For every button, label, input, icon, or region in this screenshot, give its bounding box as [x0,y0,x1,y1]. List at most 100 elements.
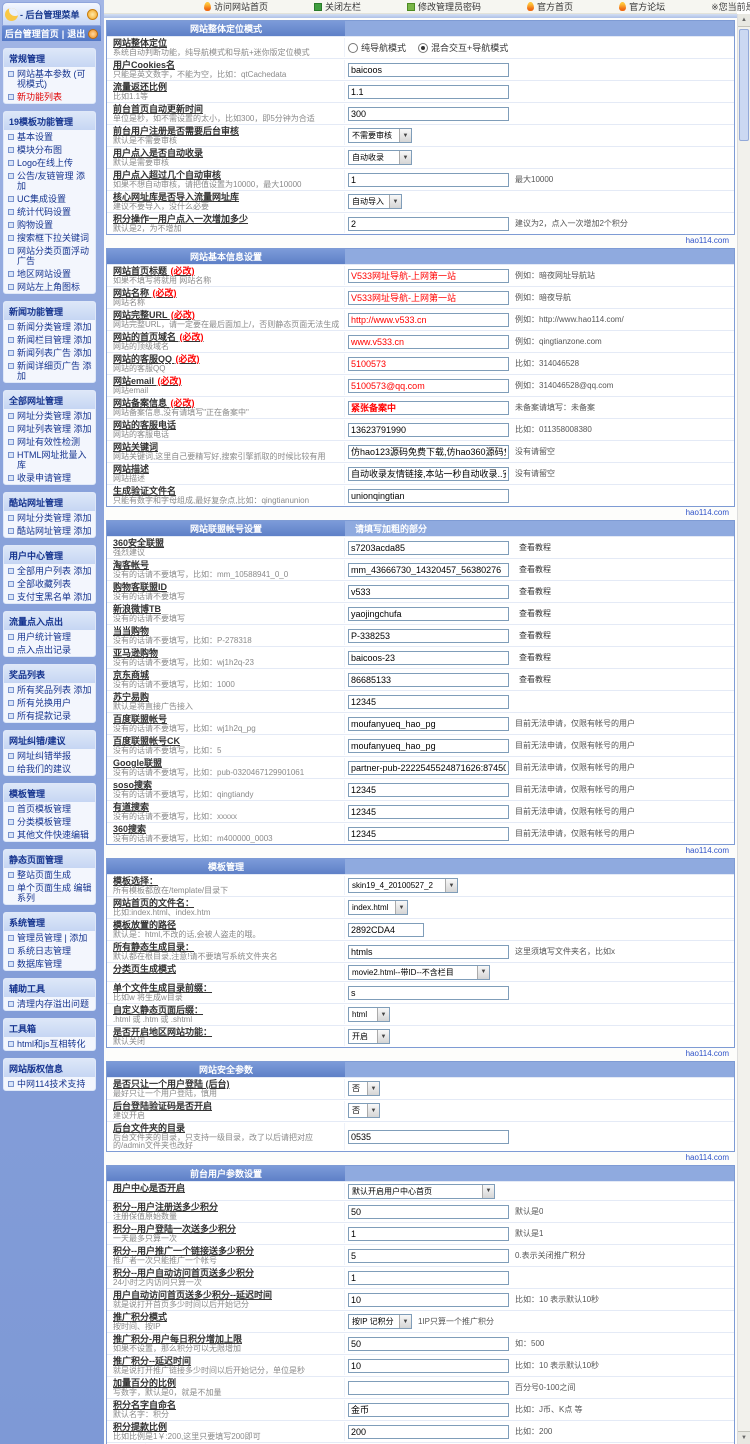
field-label[interactable]: 生成验证文件名 [113,487,342,496]
field-label[interactable]: 前台用户注册是否需要后台审核 [113,127,342,136]
text-input[interactable] [348,216,509,231]
text-input[interactable] [348,268,509,283]
text-input[interactable] [348,826,509,841]
sidebar-item[interactable]: 基本设置 [4,130,95,143]
sidebar-item[interactable]: 新闻详细页广告 添加 [4,359,95,382]
field-label[interactable]: 百度联盟帐号CK [113,737,342,746]
topbar-link[interactable]: 访问网站首页 [204,0,268,13]
select-control[interactable]: html ▼ [348,1007,390,1022]
sidebar-item[interactable]: Logo在线上传 [4,156,95,169]
sidebar-item[interactable]: 系统日志管理 [4,944,95,957]
text-input[interactable] [348,172,509,187]
view-tutorial-link[interactable]: 查看教程 [519,608,551,619]
sidebar-item[interactable]: 点入点出记录 [4,643,95,656]
text-input[interactable] [348,1424,509,1439]
view-tutorial-link[interactable]: 查看教程 [519,586,551,597]
sidebar-item[interactable]: 新闻列表广告 添加 [4,346,95,359]
logout-link[interactable]: 退出 [67,27,85,40]
text-input[interactable] [348,84,509,99]
text-input[interactable] [348,1226,509,1241]
sidebar-item[interactable]: 管理员管理 | 添加 [4,931,95,944]
sidebar-item[interactable]: 所有提款记录 [4,709,95,722]
sidebar-item[interactable]: 网址分类管理 添加 [4,409,95,422]
field-label[interactable]: 自定义静态页面后缀： [113,1006,342,1015]
field-label[interactable]: 用户自动访问首页送多少积分--延迟时间 [113,1291,342,1300]
select-control[interactable]: 否 ▼ [348,1103,380,1118]
sidebar-item[interactable]: 网址分类管理 添加 [4,511,95,524]
select-control[interactable]: skin19_4_20100527_2 ▼ [348,878,458,893]
text-input[interactable] [348,584,509,599]
sidebar-item[interactable]: 网站左上角图标 [4,280,95,293]
text-input[interactable] [348,356,509,371]
field-label[interactable]: 网站关键词 [113,443,342,452]
field-label[interactable]: 模板放置的路径 [113,921,342,930]
topbar-link[interactable]: 修改管理员密码 [407,0,481,13]
text-input[interactable] [348,1129,509,1144]
field-label[interactable]: 网站名称 (必改) [113,289,342,298]
sidebar-item[interactable]: HTML网址批量入库 [4,448,95,471]
text-input[interactable] [348,62,509,77]
sidebar-item[interactable]: 公告/友链管理 添加 [4,169,95,192]
field-label[interactable]: 网站的客服电话 [113,421,342,430]
sidebar-item[interactable]: 单个页面生成 编辑系列 [4,881,95,904]
sidebar-item[interactable]: 其他文件快速编辑 [4,828,95,841]
select-control[interactable]: 自动导入 ▼ [348,194,402,209]
sidebar-item[interactable]: 支付宝黑名单 添加 [4,590,95,603]
sidebar-item[interactable]: 网址纠错举报 [4,749,95,762]
text-input[interactable] [348,985,509,1000]
sidebar-item[interactable]: 网址列表管理 添加 [4,422,95,435]
scrollbar[interactable]: ▲ ▼ [737,14,750,1444]
field-label[interactable]: 前台首页自动更新时间 [113,105,342,114]
select-control[interactable]: 自动收录 ▼ [348,150,412,165]
admin-home-link[interactable]: 后台管理首页 [5,27,59,40]
topbar-link[interactable]: 官方首页 [527,0,573,13]
sidebar-item[interactable]: 网站基本参数 (可视模式) [4,67,95,90]
field-label[interactable]: 新浪微博TB [113,605,342,614]
field-label[interactable]: 用户点入是否自动收录 [113,149,342,158]
field-label[interactable]: 积分--用户推广一个链接送多少积分 [113,1247,342,1256]
sidebar-item[interactable]: 新闻栏目管理 添加 [4,333,95,346]
text-input[interactable] [348,628,509,643]
sidebar-item[interactable]: 数据库管理 [4,957,95,970]
sidebar-item[interactable]: 收录申请管理 [4,471,95,484]
field-label[interactable]: 模板选择： [113,877,342,886]
sidebar-item[interactable]: 中网114技术支持 [4,1077,95,1090]
field-label[interactable]: 推广积分--延迟时间 [113,1357,342,1366]
topbar-link[interactable]: 关闭左栏 [314,0,361,13]
field-label[interactable]: 360搜索 [113,825,342,834]
field-label[interactable]: 百度联盟帐号 [113,715,342,724]
field-label[interactable]: 用户中心是否开启 [113,1184,342,1193]
text-input[interactable] [348,1270,509,1285]
field-label[interactable]: 网站整体定位 [113,39,342,48]
text-input[interactable] [348,290,509,305]
text-input[interactable] [348,488,509,503]
field-label[interactable]: 购物客联盟ID [113,583,342,592]
text-input[interactable] [348,738,509,753]
field-label[interactable]: 积分--用户自动访问首页送多少积分 [113,1269,342,1278]
field-label[interactable]: 京东商城 [113,671,342,680]
field-label[interactable]: 是否只让一个用户登陆 (后台) [113,1080,342,1089]
sidebar-item[interactable]: 分类模板管理 [4,815,95,828]
text-input[interactable] [348,1248,509,1263]
field-label[interactable]: Google联盟 [113,759,342,768]
text-input[interactable] [348,944,509,959]
sidebar-item[interactable]: html和js互相转化 [4,1037,95,1050]
sidebar-item[interactable]: 网站分类页面浮动广告 [4,244,95,267]
field-label[interactable]: 亚马逊购物 [113,649,342,658]
field-label[interactable]: 积分--用户登陆一次送多少积分 [113,1225,342,1234]
text-input[interactable] [348,562,509,577]
text-input[interactable] [348,694,509,709]
field-label[interactable]: 苏宁易购 [113,693,342,702]
sidebar-item[interactable]: 新闻分类管理 添加 [4,320,95,333]
close-icon[interactable] [88,28,99,39]
text-input[interactable] [348,804,509,819]
view-tutorial-link[interactable]: 查看教程 [519,652,551,663]
text-input[interactable] [348,672,509,687]
select-control[interactable]: 默认开启用户中心首页 ▼ [348,1183,495,1199]
text-input[interactable] [348,444,509,459]
field-label[interactable]: 淘客帐号 [113,561,342,570]
select-control[interactable]: 不需要审核 ▼ [348,128,412,143]
select-control[interactable]: 按IP 记积分 ▼ [348,1314,412,1329]
field-label[interactable]: 分类页生成模式 [113,965,342,974]
sidebar-item[interactable]: 全部收藏列表 [4,577,95,590]
